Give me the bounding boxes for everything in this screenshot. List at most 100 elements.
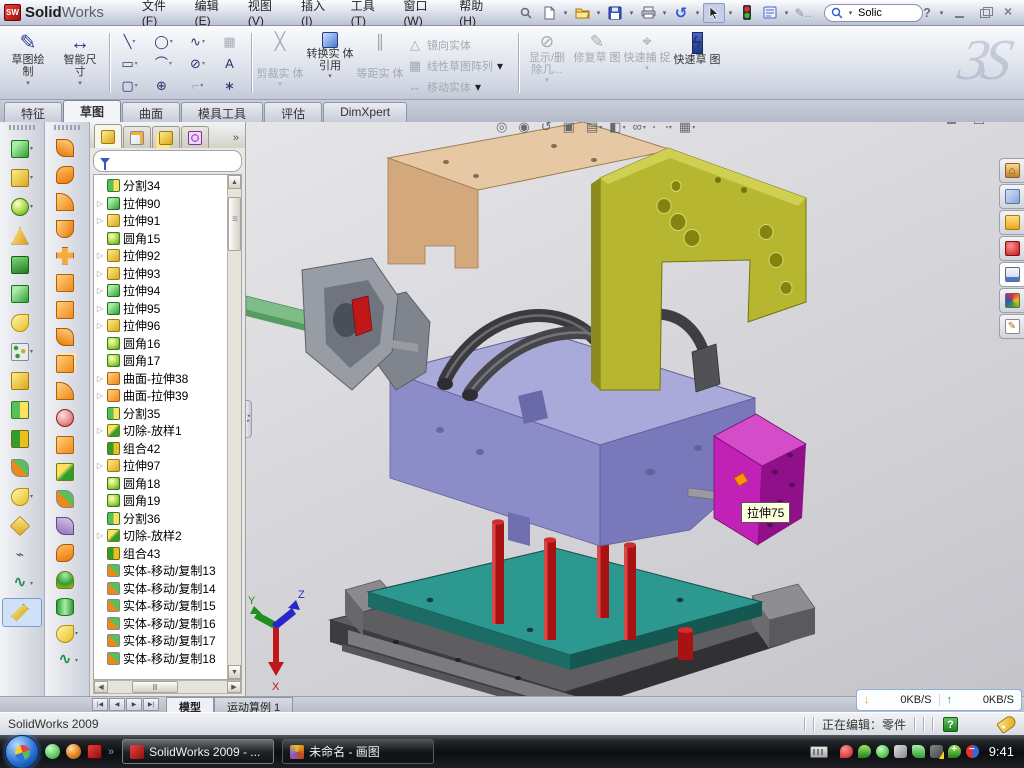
- hud-caret[interactable]: ▾: [669, 124, 672, 131]
- feature-tree-item[interactable]: ▷ 切除-放样1: [94, 422, 227, 440]
- toolbar-caret[interactable]: ▾: [30, 348, 33, 355]
- expand-arrow[interactable]: ▷: [96, 199, 104, 208]
- volume-icon[interactable]: [894, 745, 907, 758]
- tab-nav-button[interactable]: ▶: [126, 698, 142, 711]
- select-caret[interactable]: ▾: [726, 9, 735, 17]
- expand-arrow[interactable]: ▷: [96, 531, 104, 540]
- curve-through-points-icon[interactable]: ▾: [2, 540, 42, 569]
- rib-icon[interactable]: ▾: [2, 279, 42, 308]
- freeform-icon[interactable]: ▾: [47, 620, 87, 647]
- command-button[interactable]: ⊘ 显示/删 除几... ▾: [522, 29, 572, 97]
- feature-tree-item[interactable]: ▷ 圆角17: [94, 352, 227, 370]
- toolbar-grip[interactable]: [54, 125, 80, 130]
- feature-tree-item[interactable]: ▷ 拉伸96: [94, 317, 227, 335]
- solidworks-quicklaunch-icon[interactable]: [87, 744, 102, 759]
- keyboard-layout-icon[interactable]: [810, 746, 828, 758]
- toolbar-caret[interactable]: ▾: [30, 174, 33, 181]
- sketch-picture-icon[interactable]: ▦ ▾: [215, 31, 248, 52]
- display-style-icon[interactable]: ◧ ▾: [607, 122, 627, 136]
- point-icon[interactable]: ∗ ▾: [215, 75, 248, 96]
- scroll-left-button[interactable]: ◀: [94, 681, 108, 693]
- options-caret[interactable]: ▾: [782, 9, 791, 17]
- search-caret[interactable]: ▾: [846, 9, 855, 17]
- rectangle-icon[interactable]: ▭ ▾: [113, 53, 146, 74]
- swept-surface-icon[interactable]: ▾: [47, 134, 87, 161]
- featuremanager-tab-icon[interactable]: [94, 124, 122, 148]
- status-help-icon[interactable]: ?: [943, 717, 958, 732]
- feature-tree-item[interactable]: ▷ 拉伸91: [94, 212, 227, 230]
- command-button[interactable]: ∥ 等距实 体 ▾: [355, 29, 405, 97]
- fillet-icon[interactable]: ▾: [2, 192, 42, 221]
- ribbon-tab[interactable]: DimXpert: [323, 102, 407, 122]
- move-copy-body-icon[interactable]: ▾: [2, 453, 42, 482]
- mid-surface-icon[interactable]: ▾: [47, 539, 87, 566]
- toolbar-caret[interactable]: ▾: [75, 630, 78, 637]
- extruded-cut-icon[interactable]: ▾: [2, 163, 42, 192]
- taskbar-window-button[interactable]: 未命名 - 画图: [282, 739, 434, 764]
- slot-icon[interactable]: ▢ ▾: [113, 75, 146, 96]
- toolbar-caret[interactable]: ▾: [30, 580, 33, 587]
- scroll-thumb[interactable]: Ⅲ: [132, 681, 178, 693]
- feature-tree-item[interactable]: ▷ 实体-移动/复制18: [94, 650, 227, 668]
- tab-nav-button[interactable]: ◀: [109, 698, 125, 711]
- scroll-thumb[interactable]: [228, 197, 241, 251]
- hud-caret[interactable]: ▾: [692, 124, 695, 131]
- doc-close-button[interactable]: [996, 122, 1014, 126]
- taskbar-clock[interactable]: 9:41: [989, 744, 1014, 759]
- command-button[interactable]: ⌖ 快速捕 捉 ▾: [622, 29, 672, 97]
- tag-icon[interactable]: [996, 714, 1018, 734]
- scroll-down-button[interactable]: ▼: [228, 665, 241, 679]
- zoom-fit-icon[interactable]: ◎ ▾: [494, 122, 513, 136]
- revolved-surface-icon[interactable]: ▾: [47, 161, 87, 188]
- boundary-boss-icon[interactable]: ▾: [2, 511, 42, 540]
- feature-tree-item[interactable]: ▷ 切除-放样2: [94, 527, 227, 545]
- tool-caret[interactable]: ▾: [135, 60, 138, 67]
- command-button[interactable]: ϟ 快速草 图 ▾: [672, 29, 722, 97]
- quick-launch-more[interactable]: »: [108, 746, 114, 758]
- select-cursor-icon[interactable]: [703, 3, 725, 23]
- arc-icon[interactable]: ⌒ ▾: [147, 53, 180, 74]
- sketch-pen-icon[interactable]: ✎..: [792, 3, 814, 23]
- expand-arrow[interactable]: ▷: [96, 216, 104, 225]
- print-caret[interactable]: ▾: [660, 9, 669, 17]
- antivirus-icon[interactable]: [840, 745, 853, 758]
- linear-pattern-icon[interactable]: ▾: [2, 337, 42, 366]
- update-icon[interactable]: [876, 745, 889, 758]
- expand-arrow[interactable]: ▷: [96, 304, 104, 313]
- ribbon-tab[interactable]: 草图: [63, 100, 121, 122]
- command-button[interactable]: ✎ 修复草 图 ▾: [572, 29, 622, 97]
- security-shield-icon[interactable]: [858, 745, 871, 758]
- zoom-area-icon[interactable]: ◉ ▾: [516, 122, 535, 136]
- custom-properties-icon[interactable]: ✎: [999, 314, 1024, 339]
- restore-button[interactable]: [976, 6, 994, 20]
- tool-caret[interactable]: ▾: [202, 38, 205, 45]
- split-icon[interactable]: ▾: [2, 395, 42, 424]
- toolbar-caret[interactable]: ▾: [30, 203, 33, 210]
- feature-tree-item[interactable]: ▷ 圆角16: [94, 335, 227, 353]
- help-icon[interactable]: ?: [923, 5, 931, 20]
- text-icon[interactable]: A ▾: [215, 53, 248, 74]
- start-button[interactable]: [5, 735, 39, 768]
- search-box[interactable]: ▾: [824, 4, 923, 22]
- polygon-icon[interactable]: ⊕ ▾: [147, 75, 180, 96]
- sync-icon[interactable]: [966, 745, 979, 758]
- minimize-button[interactable]: [952, 6, 970, 20]
- command-caret[interactable]: ▾: [78, 79, 82, 87]
- tree-horizontal-scrollbar[interactable]: ◀ Ⅲ ▶: [93, 680, 242, 694]
- extruded-surface-icon[interactable]: ▾: [47, 188, 87, 215]
- open-caret[interactable]: ▾: [594, 9, 603, 17]
- tool-caret[interactable]: ▾: [135, 82, 138, 89]
- doc-minimize-button[interactable]: [944, 122, 962, 126]
- edit-appearance-icon[interactable]: ▾: [651, 122, 661, 133]
- open-icon[interactable]: [571, 3, 593, 23]
- replace-face-icon[interactable]: ▾: [47, 431, 87, 458]
- command-button[interactable]: ▦ 线性草图阵列 ▾: [405, 56, 515, 75]
- doc-restore-button[interactable]: [970, 122, 988, 126]
- tab-nav-button[interactable]: ▶|: [143, 698, 159, 711]
- feature-tree-item[interactable]: ▷ 组合42: [94, 440, 227, 458]
- command-caret[interactable]: ▾: [497, 59, 503, 73]
- knit-surface-icon[interactable]: ▾: [47, 350, 87, 377]
- feature-tree-item[interactable]: ▷ 拉伸93: [94, 265, 227, 283]
- new-document-icon[interactable]: [538, 3, 560, 23]
- tab-nav-button[interactable]: |◀: [92, 698, 108, 711]
